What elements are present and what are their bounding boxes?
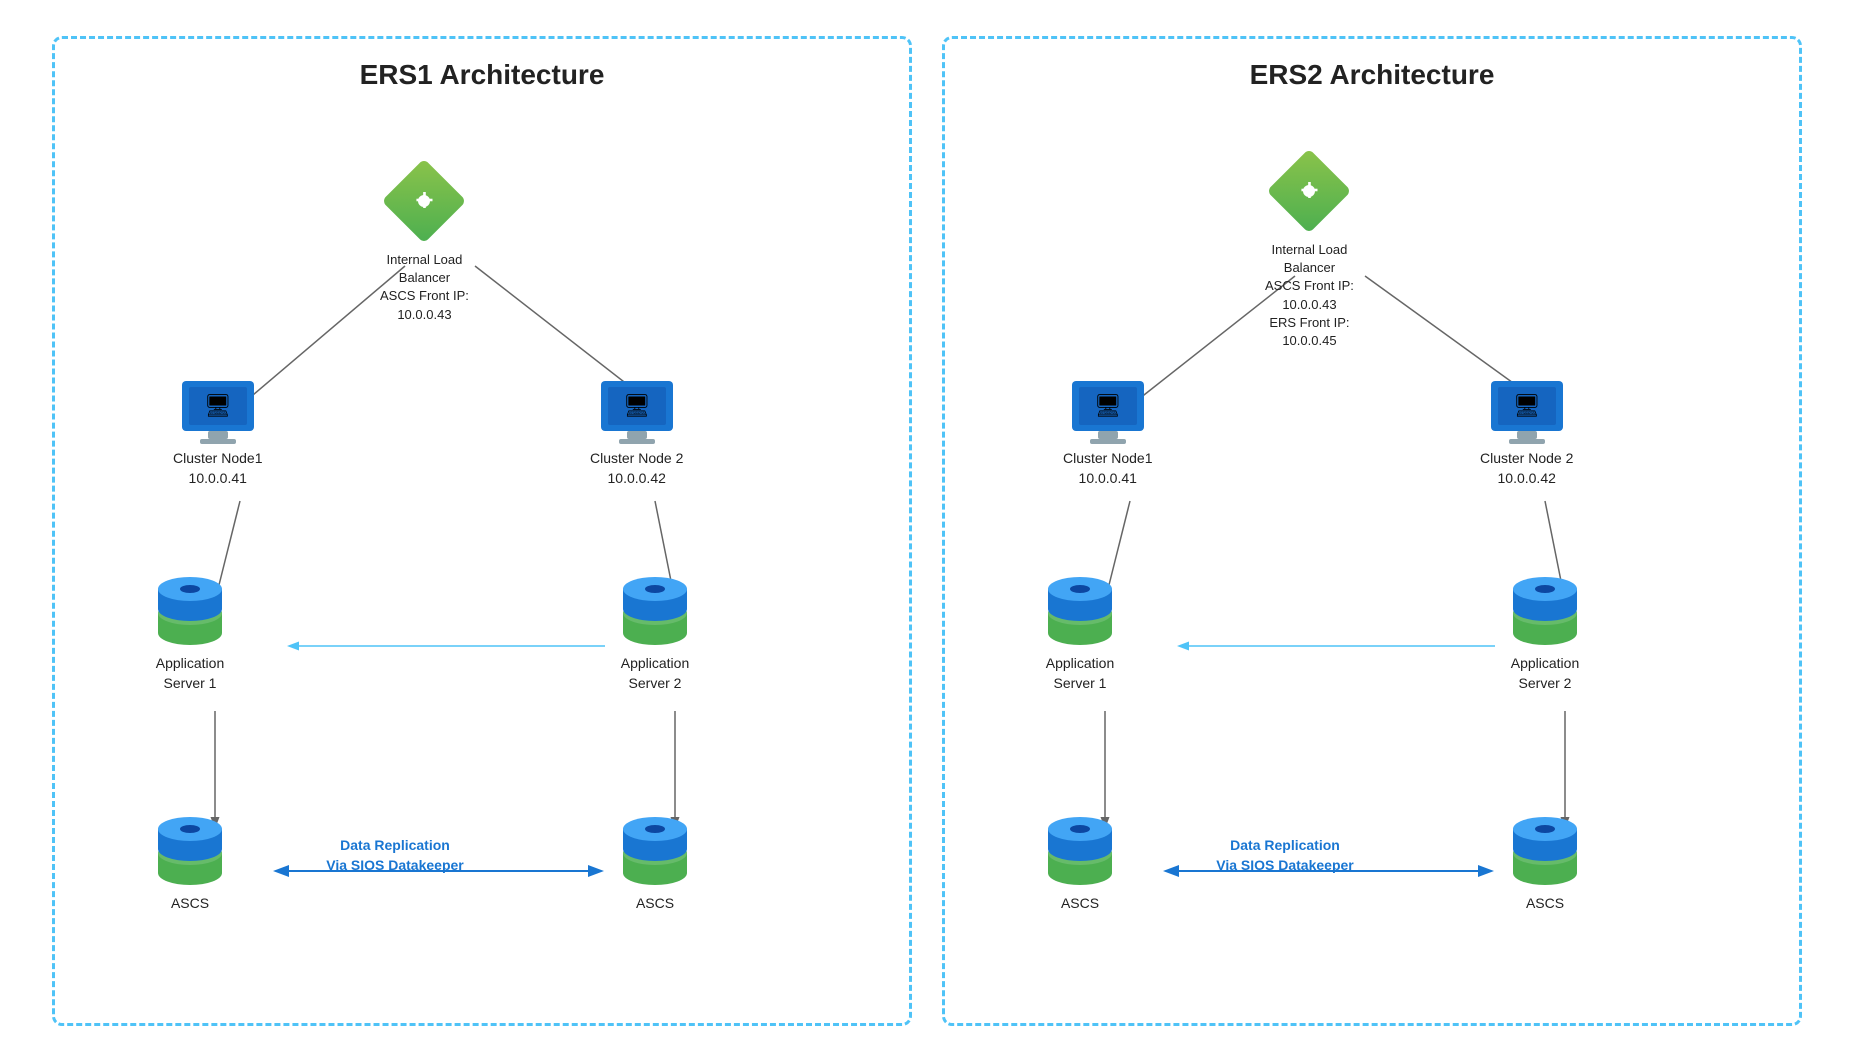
ers1-node1-label: Cluster Node1 10.0.0.41: [173, 449, 263, 488]
ers1-appserver1-label: Application Server 1: [156, 654, 225, 693]
ers2-ascs2-icon: [1505, 811, 1585, 886]
ers1-node1-icon: 🖥: [182, 381, 254, 441]
ers1-ascs1-icon: [150, 811, 230, 886]
ers1-title: ERS1 Architecture: [85, 59, 879, 91]
ers2-node2: 🖥 Cluster Node 2 10.0.0.42: [1480, 381, 1573, 488]
ers1-ascs2-icon: [615, 811, 695, 886]
ers1-appserver2: Application Server 2: [615, 571, 695, 693]
ers2-node1-label: Cluster Node1 10.0.0.41: [1063, 449, 1153, 488]
ers1-ascs2-label: ASCS: [636, 894, 674, 914]
ers1-ascs1: ASCS: [150, 811, 230, 914]
ers2-ascs1-icon: [1040, 811, 1120, 886]
ers1-appserver2-label: Application Server 2: [621, 654, 690, 693]
ers2-ascs2: ASCS: [1505, 811, 1585, 914]
ers1-lb-label: Internal Load Balancer ASCS Front IP: 10…: [380, 251, 469, 324]
ers2-lb: ✛ Internal Load Balancer ASCS Front IP: …: [1265, 151, 1354, 350]
ers1-node2: 🖥 Cluster Node 2 10.0.0.42: [590, 381, 683, 488]
ers2-node1-icon: 🖥: [1072, 381, 1144, 441]
ers2-diagram: ✛ Internal Load Balancer ASCS Front IP: …: [975, 111, 1769, 1011]
ers2-lb-label: Internal Load Balancer ASCS Front IP: 10…: [1265, 241, 1354, 350]
ers1-diagram: ✛ Internal Load Balancer ASCS Front IP: …: [85, 111, 879, 1011]
ers1-appserver1-icon: [150, 571, 230, 646]
ers2-node1: 🖥 Cluster Node1 10.0.0.41: [1063, 381, 1153, 488]
ers2-appserver2-icon: [1505, 571, 1585, 646]
ers1-ascs2: ASCS: [615, 811, 695, 914]
ers2-ascs1-label: ASCS: [1061, 894, 1099, 914]
ers2-ascs1: ASCS: [1040, 811, 1120, 914]
ers2-ascs2-label: ASCS: [1526, 894, 1564, 914]
ers1-box: ERS1 Architecture: [52, 36, 912, 1026]
ers1-data-rep: Data Replication Via SIOS Datakeeper: [305, 836, 485, 875]
ers1-ascs1-label: ASCS: [171, 894, 209, 914]
ers2-node2-label: Cluster Node 2 10.0.0.42: [1480, 449, 1573, 488]
ers2-appserver1-label: Application Server 1: [1046, 654, 1115, 693]
ers2-title: ERS2 Architecture: [975, 59, 1769, 91]
ers2-appserver2-label: Application Server 2: [1511, 654, 1580, 693]
ers2-lb-icon: ✛: [1269, 151, 1349, 231]
page-container: ERS1 Architecture: [0, 0, 1854, 1062]
ers2-data-rep: Data Replication Via SIOS Datakeeper: [1195, 836, 1375, 875]
ers2-node2-icon: 🖥: [1491, 381, 1563, 441]
ers1-appserver2-icon: [615, 571, 695, 646]
ers2-appserver2: Application Server 2: [1505, 571, 1585, 693]
ers2-appserver1-icon: [1040, 571, 1120, 646]
ers1-node1: 🖥 Cluster Node1 10.0.0.41: [173, 381, 263, 488]
ers1-node2-icon: 🖥: [601, 381, 673, 441]
ers1-appserver1: Application Server 1: [150, 571, 230, 693]
ers2-box: ERS2 Architecture: [942, 36, 1802, 1026]
ers2-appserver1: Application Server 1: [1040, 571, 1120, 693]
ers1-lb: ✛ Internal Load Balancer ASCS Front IP: …: [380, 161, 469, 324]
ers1-lb-icon: ✛: [384, 161, 464, 241]
ers1-node2-label: Cluster Node 2 10.0.0.42: [590, 449, 683, 488]
